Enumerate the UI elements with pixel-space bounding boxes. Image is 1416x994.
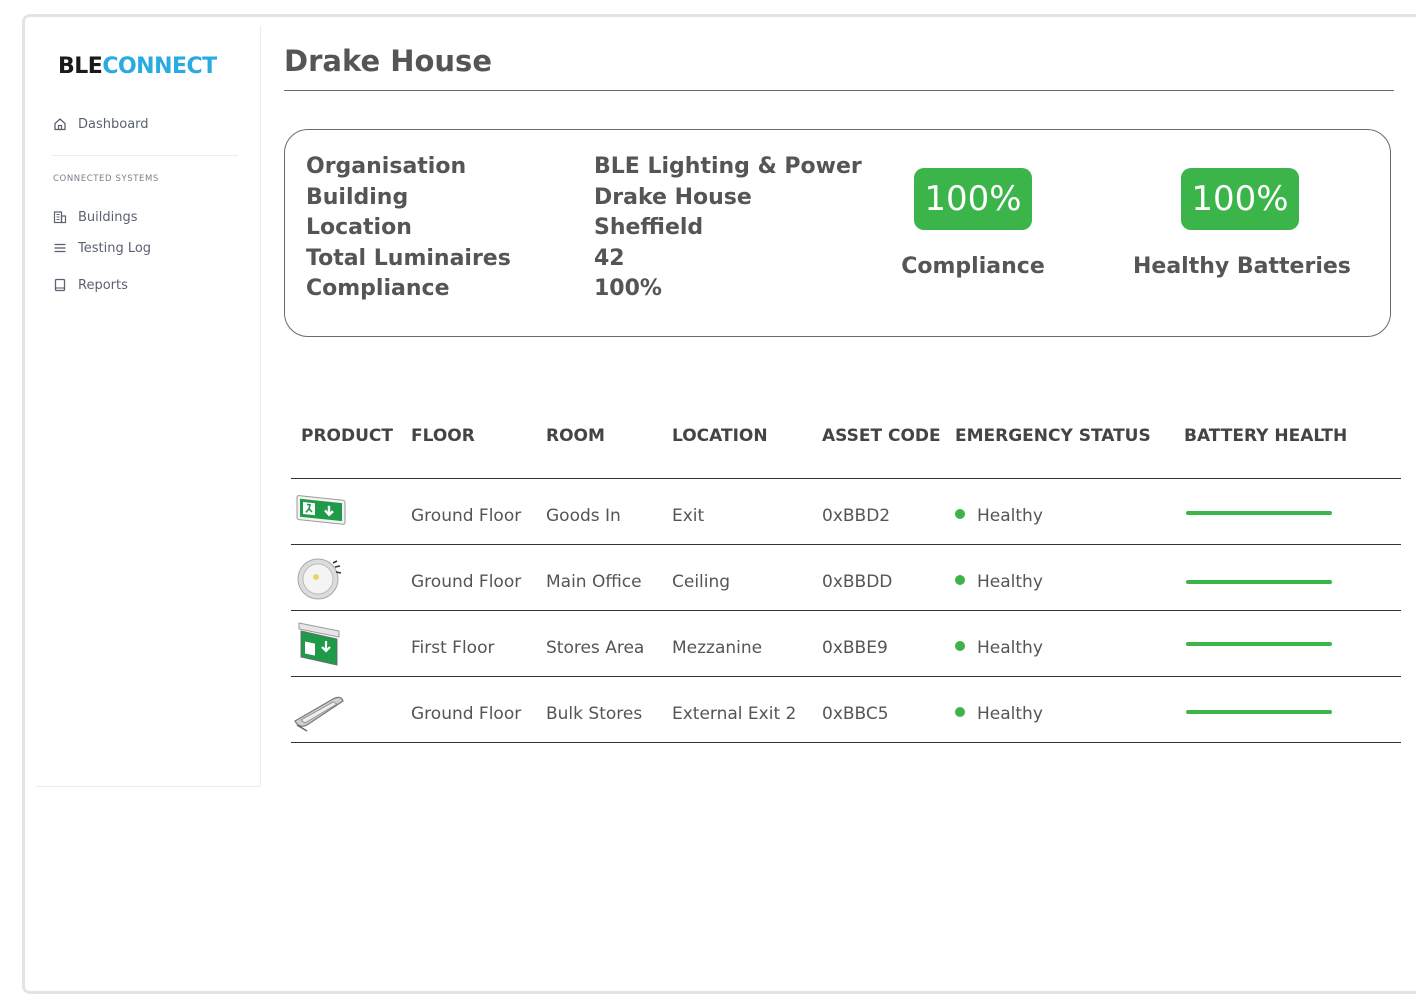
- healthy-batteries-kpi-label: Healthy Batteries: [1133, 254, 1351, 279]
- building-summary-card: Organisation Building Location Total Lum…: [284, 129, 1391, 337]
- cell-location: Exit: [672, 506, 705, 526]
- summary-value-location: Sheffield: [594, 215, 704, 240]
- logo-text-ble: BLE: [58, 54, 103, 79]
- sidebar-item-label: Dashboard: [78, 116, 149, 132]
- cell-room: Bulk Stores: [546, 704, 643, 724]
- summary-values: BLE Lighting & Power Drake House Sheffie…: [594, 152, 862, 305]
- cell-asset-code: 0xBBE9: [822, 638, 888, 658]
- cell-emergency-status: Healthy: [955, 704, 1043, 724]
- summary-label-organisation: Organisation: [306, 154, 467, 179]
- compliance-percentage-badge: 100%: [914, 168, 1032, 230]
- cell-emergency-status: Healthy: [955, 638, 1043, 658]
- cell-asset-code: 0xBBC5: [822, 704, 889, 724]
- status-text: Healthy: [977, 704, 1043, 724]
- battery-health-bar: [1186, 511, 1332, 515]
- summary-label-building: Building: [306, 184, 409, 210]
- bulkhead-light-product-icon: [294, 696, 344, 732]
- battery-health-bar: [1186, 710, 1332, 714]
- status-dot-icon: [955, 641, 965, 651]
- column-header-emergency-status[interactable]: EMERGENCY STATUS: [955, 426, 1151, 446]
- battery-health-bar: [1186, 580, 1332, 584]
- summary-label-total-luminaires: Total Luminaires: [306, 245, 511, 271]
- column-header-location[interactable]: LOCATION: [672, 426, 768, 446]
- compliance-kpi-label: Compliance: [901, 254, 1045, 279]
- cell-room: Stores Area: [546, 638, 645, 658]
- healthy-batteries-percentage-badge: 100%: [1181, 168, 1299, 230]
- sidebar-divider: [52, 155, 238, 156]
- summary-value-total-luminaires: 42: [594, 245, 625, 271]
- cell-asset-code: 0xBBDD: [822, 572, 893, 592]
- status-text: Healthy: [977, 572, 1043, 592]
- summary-label-location: Location: [306, 215, 412, 240]
- column-header-floor[interactable]: FLOOR: [411, 426, 475, 446]
- sidebar-item-label: Reports: [78, 277, 128, 293]
- column-header-product[interactable]: PRODUCT: [301, 426, 393, 446]
- cell-location: Mezzanine: [672, 638, 763, 658]
- cell-room: Main Office: [546, 572, 642, 592]
- book-icon: [52, 277, 68, 293]
- sidebar-item-dashboard[interactable]: Dashboard: [52, 116, 149, 132]
- sidebar-item-buildings[interactable]: Buildings: [52, 209, 138, 225]
- cell-floor: First Floor: [411, 638, 495, 658]
- table-row[interactable]: Ground Floor Bulk Stores External Exit 2…: [291, 677, 1401, 743]
- summary-value-building: Drake House: [594, 184, 752, 210]
- table-row[interactable]: Ground Floor Main Office Ceiling 0xBBDD …: [291, 545, 1401, 611]
- cell-floor: Ground Floor: [411, 704, 522, 724]
- table-row[interactable]: Ground Floor Goods In Exit 0xBBD2 Health…: [291, 479, 1401, 545]
- summary-value-organisation: BLE Lighting & Power: [594, 154, 862, 179]
- kpi-compliance: 100% Compliance: [893, 168, 1053, 279]
- cell-floor: Ground Floor: [411, 572, 522, 592]
- battery-health-bar: [1186, 642, 1332, 646]
- home-icon: [52, 116, 68, 132]
- column-header-room[interactable]: ROOM: [546, 426, 605, 446]
- cell-location: External Exit 2: [672, 704, 797, 724]
- sidebar: BLECONNECT Dashboard CONNECTED SYSTEMS B…: [36, 26, 261, 787]
- table-header: PRODUCT FLOOR ROOM LOCATION ASSET CODE E…: [291, 410, 1401, 479]
- status-dot-icon: [955, 575, 965, 585]
- sidebar-section-heading: CONNECTED SYSTEMS: [53, 174, 159, 184]
- luminaire-table: PRODUCT FLOOR ROOM LOCATION ASSET CODE E…: [291, 410, 1401, 743]
- cell-room: Goods In: [546, 506, 621, 526]
- title-divider: [284, 90, 1394, 91]
- cell-location: Ceiling: [672, 572, 731, 592]
- summary-label-compliance: Compliance: [306, 276, 450, 301]
- cell-emergency-status: Healthy: [955, 506, 1043, 526]
- building-icon: [52, 209, 68, 225]
- status-dot-icon: [955, 509, 965, 519]
- status-text: Healthy: [977, 506, 1043, 526]
- table-row[interactable]: First Floor Stores Area Mezzanine 0xBBE9…: [291, 611, 1401, 677]
- sidebar-item-label: Buildings: [78, 209, 138, 225]
- column-header-asset-code[interactable]: ASSET CODE: [822, 426, 941, 446]
- kpi-healthy-batteries: 100% Healthy Batteries: [1133, 168, 1351, 279]
- ble-connect-logo[interactable]: BLECONNECT: [58, 54, 217, 79]
- sidebar-item-reports[interactable]: Reports: [52, 277, 128, 293]
- sidebar-item-label: Testing Log: [78, 240, 152, 256]
- status-text: Healthy: [977, 638, 1043, 658]
- summary-labels: Organisation Building Location Total Lum…: [306, 152, 511, 305]
- cell-floor: Ground Floor: [411, 506, 522, 526]
- downlight-product-icon: [297, 558, 342, 600]
- column-header-battery-health[interactable]: BATTERY HEALTH: [1184, 426, 1347, 446]
- sidebar-item-testing-log[interactable]: Testing Log: [52, 240, 151, 256]
- cell-emergency-status: Healthy: [955, 572, 1043, 592]
- summary-value-compliance: 100%: [594, 276, 662, 301]
- status-dot-icon: [955, 707, 965, 717]
- exit-sign-product-icon: [296, 495, 346, 525]
- list-icon: [52, 240, 68, 256]
- logo-text-connect: CONNECT: [102, 54, 217, 79]
- cell-asset-code: 0xBBD2: [822, 506, 891, 526]
- suspended-exit-sign-product-icon: [298, 622, 340, 666]
- page-title: Drake House: [284, 44, 492, 78]
